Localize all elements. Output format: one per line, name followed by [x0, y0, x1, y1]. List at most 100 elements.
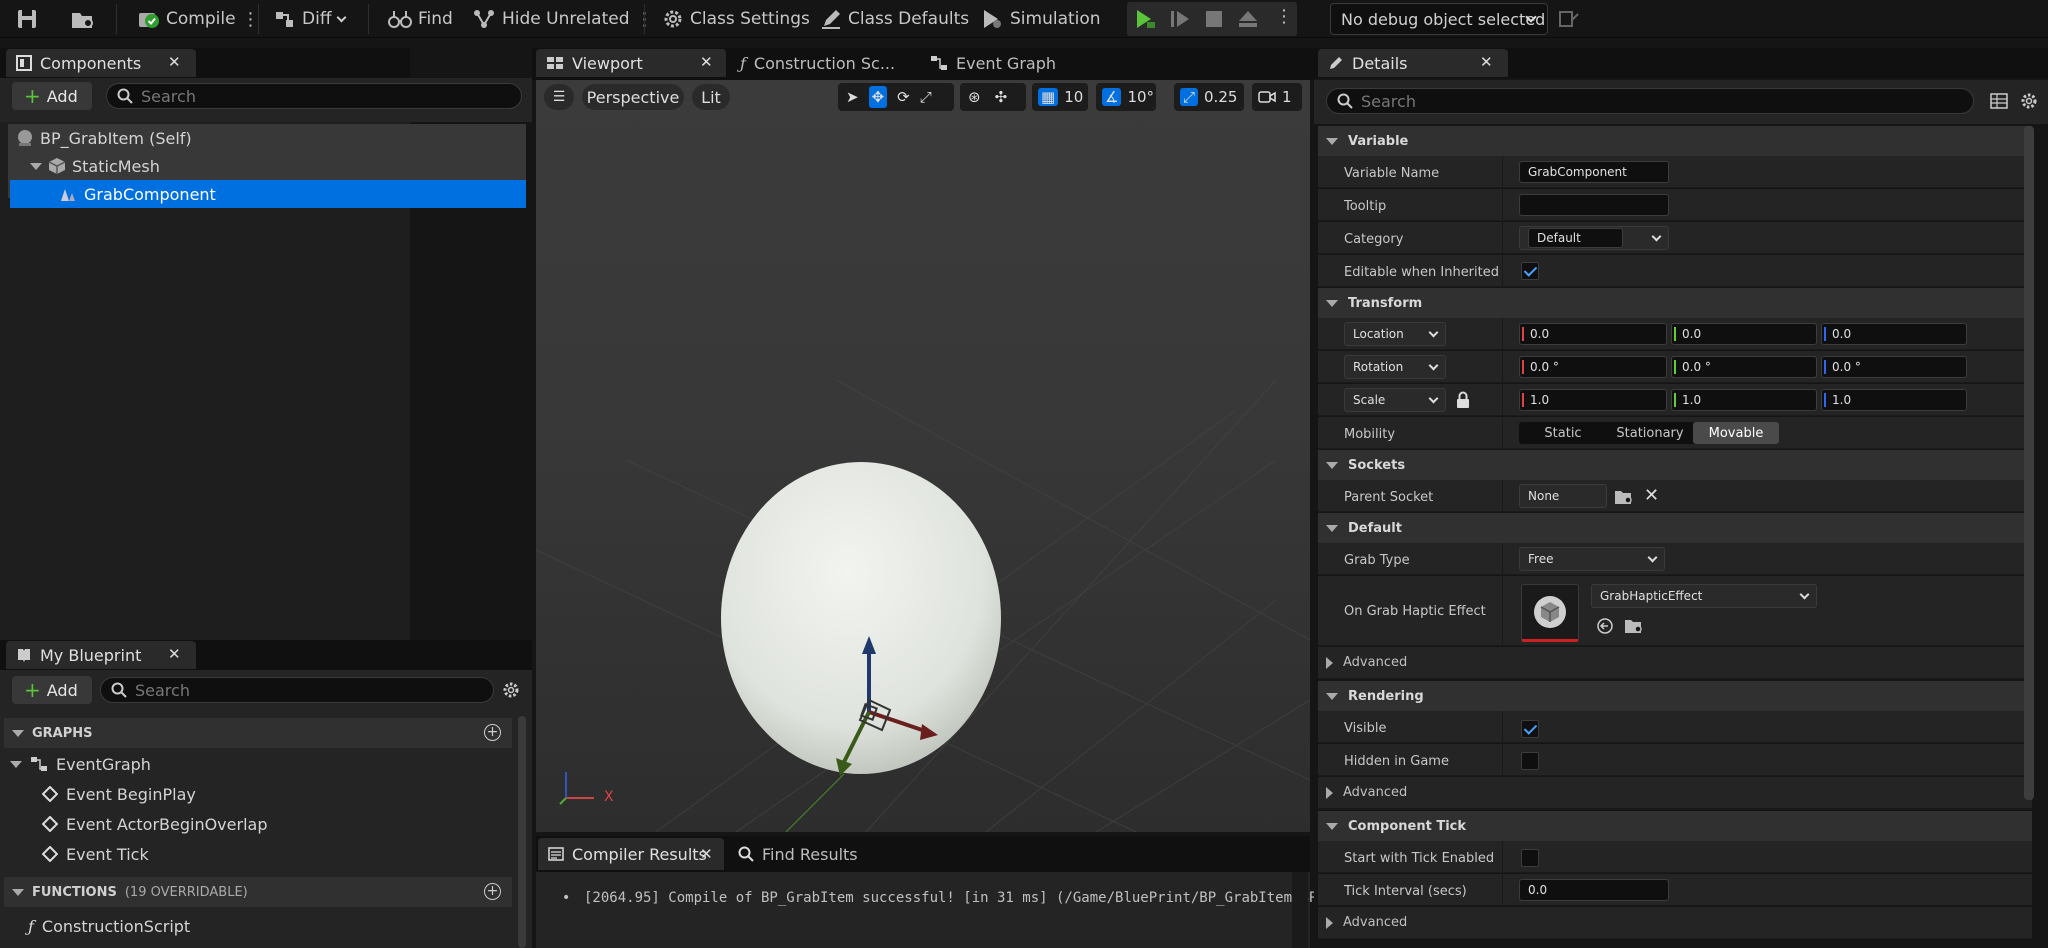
diff-button[interactable]: Diff	[274, 0, 346, 38]
rotation-y-field[interactable]: 0.0 °	[1671, 356, 1817, 378]
add-function-icon[interactable]: +	[484, 883, 501, 900]
lit-button[interactable]: Lit	[692, 84, 730, 110]
compile-button[interactable]: Compile ⋮	[136, 0, 260, 38]
add-blueprint-member-button[interactable]: + Add	[12, 676, 92, 704]
gear-icon[interactable]	[502, 681, 520, 699]
stop-icon[interactable]	[1205, 10, 1223, 28]
rotation-x-field[interactable]: 0.0 °	[1519, 356, 1667, 378]
event-row[interactable]: Event ActorBeginOverlap	[42, 810, 267, 838]
hidden-in-game-checkbox[interactable]	[1521, 752, 1539, 770]
details-search-input[interactable]: Search	[1326, 88, 1974, 114]
location-x-field[interactable]: 0.0	[1519, 323, 1667, 345]
table-view-icon[interactable]	[1990, 92, 2008, 110]
components-search-input[interactable]: Search	[106, 83, 522, 109]
event-row[interactable]: Event BeginPlay	[42, 780, 196, 808]
tab-compiler-results[interactable]: Compiler Results	[538, 838, 724, 870]
location-mode-select[interactable]: Location	[1344, 322, 1446, 346]
collapse-icon[interactable]	[1326, 524, 1338, 532]
close-icon[interactable]: ✕	[168, 645, 181, 663]
section-rendering[interactable]: Rendering	[1318, 681, 2032, 711]
scale-mode-select[interactable]: Scale	[1344, 388, 1446, 412]
functions-section-header[interactable]: FUNCTIONS (19 OVERRIDABLE)	[4, 877, 512, 907]
scale-y-field[interactable]: 1.0	[1671, 389, 1817, 411]
category-field[interactable]: Default	[1528, 228, 1623, 248]
mobility-static-option[interactable]: Static	[1519, 422, 1607, 444]
my-blueprint-search-input[interactable]: Search	[100, 677, 494, 703]
surface-snap-icon[interactable]: ✣	[995, 88, 1008, 106]
lock-icon[interactable]	[1456, 391, 1470, 409]
add-graph-icon[interactable]: +	[484, 724, 501, 741]
component-row-staticmesh[interactable]: StaticMesh	[8, 152, 526, 180]
scale-icon[interactable]: ⤢	[920, 88, 932, 106]
select-icon[interactable]: ➤	[846, 88, 859, 106]
browse-folder-icon[interactable]	[1624, 617, 1644, 635]
camera-speed-button[interactable]: 1	[1252, 83, 1302, 111]
find-button[interactable]: Find	[388, 0, 453, 38]
function-row-constructionscript[interactable]: ƒ ConstructionScript	[28, 912, 190, 940]
close-icon[interactable]: ✕	[168, 53, 181, 71]
advanced-expander[interactable]: Advanced	[1318, 907, 2032, 939]
grab-type-select[interactable]: Free	[1519, 547, 1665, 571]
play-icon[interactable]	[1133, 8, 1157, 30]
tab-event-graph[interactable]: Event Graph	[920, 49, 1100, 77]
event-row[interactable]: Event Tick	[42, 840, 149, 868]
location-y-field[interactable]: 0.0	[1671, 323, 1817, 345]
collapse-icon[interactable]	[1326, 299, 1338, 307]
scrollbar[interactable]	[518, 716, 526, 948]
collapse-icon[interactable]	[1326, 822, 1338, 830]
graph-row-eventgraph[interactable]: EventGraph	[10, 750, 151, 778]
close-icon[interactable]: ✕	[700, 53, 713, 71]
section-component-tick[interactable]: Component Tick	[1318, 811, 2032, 841]
visible-checkbox[interactable]	[1521, 720, 1539, 738]
collapse-icon[interactable]	[12, 888, 24, 896]
compile-options-icon[interactable]: ⋮	[242, 9, 260, 30]
browse-folder-icon[interactable]	[1614, 488, 1634, 506]
perspective-button[interactable]: Perspective	[582, 84, 684, 110]
debug-object-select[interactable]: No debug object selected	[1330, 3, 1548, 35]
debug-filter-icon[interactable]	[1558, 8, 1580, 30]
editable-inherited-checkbox[interactable]	[1521, 262, 1539, 280]
component-row-self[interactable]: BP_GrabItem (Self)	[8, 124, 526, 152]
location-z-field[interactable]: 0.0	[1821, 323, 1967, 345]
add-component-button[interactable]: + Add	[12, 82, 92, 110]
graphs-section-header[interactable]: GRAPHS	[4, 718, 512, 748]
mobility-movable-option[interactable]: Movable	[1693, 422, 1779, 444]
clear-icon[interactable]: ✕	[1644, 485, 1659, 506]
advanced-expander[interactable]: Advanced	[1318, 647, 2032, 679]
scale-snap-button[interactable]: ⤢ 0.25	[1174, 83, 1244, 111]
section-default[interactable]: Default	[1318, 513, 2032, 543]
advanced-expander[interactable]: Advanced	[1318, 777, 2032, 809]
translate-icon[interactable]: ✥	[868, 86, 888, 108]
browse-button[interactable]	[70, 0, 96, 38]
expand-icon[interactable]	[30, 162, 42, 170]
tooltip-field[interactable]	[1519, 194, 1669, 216]
class-settings-button[interactable]: Class Settings	[662, 0, 810, 38]
gear-icon[interactable]	[2020, 92, 2038, 110]
step-icon[interactable]	[1169, 9, 1191, 29]
collapse-icon[interactable]	[1326, 137, 1338, 145]
rotation-snap-button[interactable]: ∡ 10°	[1096, 83, 1156, 111]
haptic-asset-thumbnail[interactable]	[1521, 584, 1579, 642]
rotation-mode-select[interactable]: Rotation	[1344, 355, 1446, 379]
tab-find-results[interactable]: Find Results	[728, 838, 908, 870]
collapse-icon[interactable]	[1326, 461, 1338, 469]
section-transform[interactable]: Transform	[1318, 288, 2032, 318]
parent-socket-field[interactable]: None	[1519, 484, 1607, 508]
grid-snap-button[interactable]: ▦ 10	[1032, 83, 1088, 111]
section-sockets[interactable]: Sockets	[1318, 450, 2032, 480]
category-combo[interactable]: Default	[1519, 226, 1669, 250]
world-coords-icon[interactable]: ⊛	[968, 88, 981, 106]
tick-enabled-checkbox[interactable]	[1521, 849, 1539, 867]
mobility-stationary-option[interactable]: Stationary	[1607, 422, 1693, 444]
close-icon[interactable]: ✕	[1480, 53, 1493, 71]
close-icon[interactable]: ✕	[700, 845, 713, 863]
section-variable[interactable]: Variable	[1318, 126, 2032, 156]
play-options-icon[interactable]: ⋮	[1275, 6, 1293, 27]
rotate-icon[interactable]: ⟳	[897, 88, 910, 106]
use-selected-icon[interactable]	[1596, 617, 1614, 635]
save-button[interactable]	[16, 0, 38, 38]
component-row-grabcomponent[interactable]: GrabComponent	[10, 180, 526, 208]
simulation-button[interactable]: Simulation	[980, 0, 1101, 38]
collapse-icon[interactable]	[12, 729, 24, 737]
tab-construction-script[interactable]: ƒ Construction Sc...	[730, 49, 916, 77]
